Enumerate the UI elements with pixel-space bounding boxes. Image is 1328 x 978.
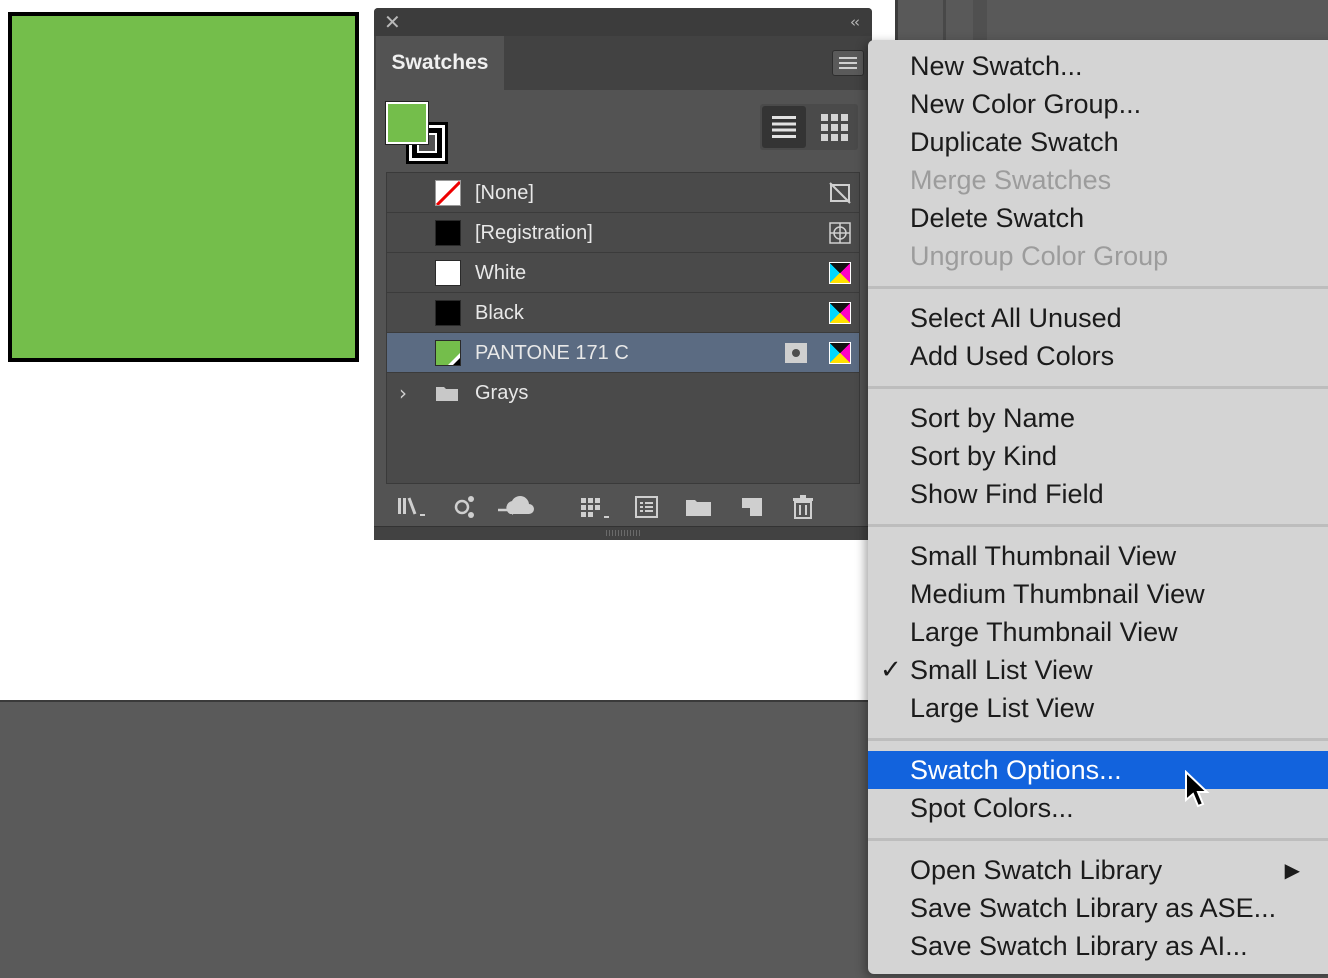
swatch-row-registration[interactable]: [Registration] [387, 213, 859, 253]
swatch-chip [435, 220, 461, 246]
close-icon[interactable]: ✕ [384, 11, 401, 33]
menu-item-label: Open Swatch Library [910, 855, 1163, 885]
panel-tab-bar: Swatches [374, 36, 872, 90]
no-edit-icon [829, 182, 851, 204]
trash-icon[interactable] [790, 492, 816, 522]
process-cmyk-icon [829, 262, 851, 284]
swatch-row-none[interactable]: [None] [387, 173, 859, 213]
swatch-row-white[interactable]: White [387, 253, 859, 293]
menu-item-save-swatch-library-ase[interactable]: Save Swatch Library as ASE... [868, 889, 1328, 927]
grid-view-icon [821, 114, 848, 141]
swatch-row-black[interactable]: Black [387, 293, 859, 333]
swatch-name: [None] [475, 182, 534, 204]
swatch-group-name: Grays [475, 382, 529, 404]
fill-swatch[interactable] [386, 102, 428, 144]
process-cmyk-icon [829, 342, 851, 364]
menu-item-show-find-field[interactable]: Show Find Field [868, 475, 1328, 513]
menu-icon-line [839, 62, 857, 64]
swatch-libraries-menu-icon[interactable] [396, 492, 430, 522]
menu-item-spot-colors[interactable]: Spot Colors... [868, 789, 1328, 827]
menu-item-sort-by-name[interactable]: Sort by Name [868, 399, 1328, 437]
new-color-group-folder-icon[interactable] [684, 492, 714, 522]
new-color-group-grid-icon[interactable] [578, 492, 612, 522]
menu-item-label: Small List View [910, 655, 1093, 685]
fill-stroke-indicator[interactable] [386, 102, 448, 164]
swatches-panel-menu: New Swatch... New Color Group... Duplica… [868, 40, 1328, 974]
none-swatch-chip [435, 180, 461, 206]
menu-icon-line [839, 67, 857, 69]
menu-item-save-swatch-library-ai[interactable]: Save Swatch Library as AI... [868, 927, 1328, 965]
menu-item-large-thumbnail-view[interactable]: Large Thumbnail View [868, 613, 1328, 651]
list-view-button[interactable] [762, 106, 806, 148]
menu-item-small-list-view[interactable]: ✓ Small List View [868, 651, 1328, 689]
menu-item-sort-by-kind[interactable]: Sort by Kind [868, 437, 1328, 475]
swatch-name: [Registration] [475, 222, 593, 244]
green-rectangle-artwork[interactable] [8, 12, 359, 362]
checkmark-icon: ✓ [880, 655, 902, 685]
process-cmyk-icon [829, 302, 851, 324]
expand-chevron-icon[interactable]: › [399, 373, 407, 413]
menu-item-new-swatch[interactable]: New Swatch... [868, 47, 1328, 85]
swatch-name: Black [475, 302, 524, 324]
swatches-panel: ✕ ‹‹ Swatches [None] [Registration] Whit… [374, 8, 872, 540]
collapse-icon[interactable]: ‹‹ [850, 13, 860, 31]
menu-item-duplicate-swatch[interactable]: Duplicate Swatch [868, 123, 1328, 161]
menu-item-large-list-view[interactable]: Large List View [868, 689, 1328, 727]
menu-item-delete-swatch[interactable]: Delete Swatch [868, 199, 1328, 237]
menu-item-select-all-unused[interactable]: Select All Unused [868, 299, 1328, 337]
panel-menu-button[interactable] [832, 50, 864, 76]
resize-grip-icon[interactable] [606, 530, 642, 536]
menu-icon [839, 57, 857, 59]
menu-separator [868, 838, 1328, 841]
menu-item-merge-swatches: Merge Swatches [910, 165, 1112, 195]
spot-swatch-chip [435, 340, 461, 366]
menu-item-add-used-colors[interactable]: Add Used Colors [868, 337, 1328, 375]
menu-item-small-thumbnail-view[interactable]: Small Thumbnail View [868, 537, 1328, 575]
submenu-arrow-icon: ▶ [1284, 858, 1300, 882]
folder-icon [436, 387, 458, 401]
new-swatch-icon[interactable] [739, 492, 765, 522]
cloud-library-icon[interactable] [496, 492, 538, 522]
swatch-options-icon[interactable] [634, 492, 660, 522]
menu-separator [868, 524, 1328, 527]
swatch-group-grays[interactable]: › Grays [387, 373, 859, 413]
swatch-list: [None] [Registration] White Black PANTON… [386, 172, 860, 484]
menu-item-ungroup-color-group: Ungroup Color Group [910, 241, 1169, 271]
panel-footer-toolbar [374, 484, 872, 530]
menu-item-new-color-group[interactable]: New Color Group... [868, 85, 1328, 123]
panel-titlebar[interactable]: ✕ ‹‹ [374, 8, 872, 36]
swatch-chip [435, 260, 461, 286]
menu-item-open-swatch-library[interactable]: Open Swatch Library ▶ [868, 851, 1328, 889]
swatch-chip [435, 300, 461, 326]
menu-separator [868, 738, 1328, 741]
tab-swatches[interactable]: Swatches [376, 36, 504, 90]
menu-separator [868, 386, 1328, 389]
menu-item-swatch-options[interactable]: Swatch Options... [868, 751, 1328, 789]
swatch-name: White [475, 262, 527, 284]
thumbnail-view-button[interactable] [812, 106, 856, 148]
show-kind-menu-icon[interactable] [452, 492, 478, 522]
panel-resize-bar[interactable] [374, 526, 872, 540]
view-toggle-group [760, 104, 858, 150]
swatch-name: PANTONE 171 C [475, 342, 629, 364]
list-view-icon [772, 116, 796, 138]
spot-color-icon [785, 343, 807, 363]
mouse-pointer-icon [1185, 770, 1210, 808]
registration-target-icon [829, 222, 851, 244]
menu-separator [868, 286, 1328, 289]
swatch-row-pantone-171c[interactable]: PANTONE 171 C [387, 333, 859, 373]
menu-item-medium-thumbnail-view[interactable]: Medium Thumbnail View [868, 575, 1328, 613]
